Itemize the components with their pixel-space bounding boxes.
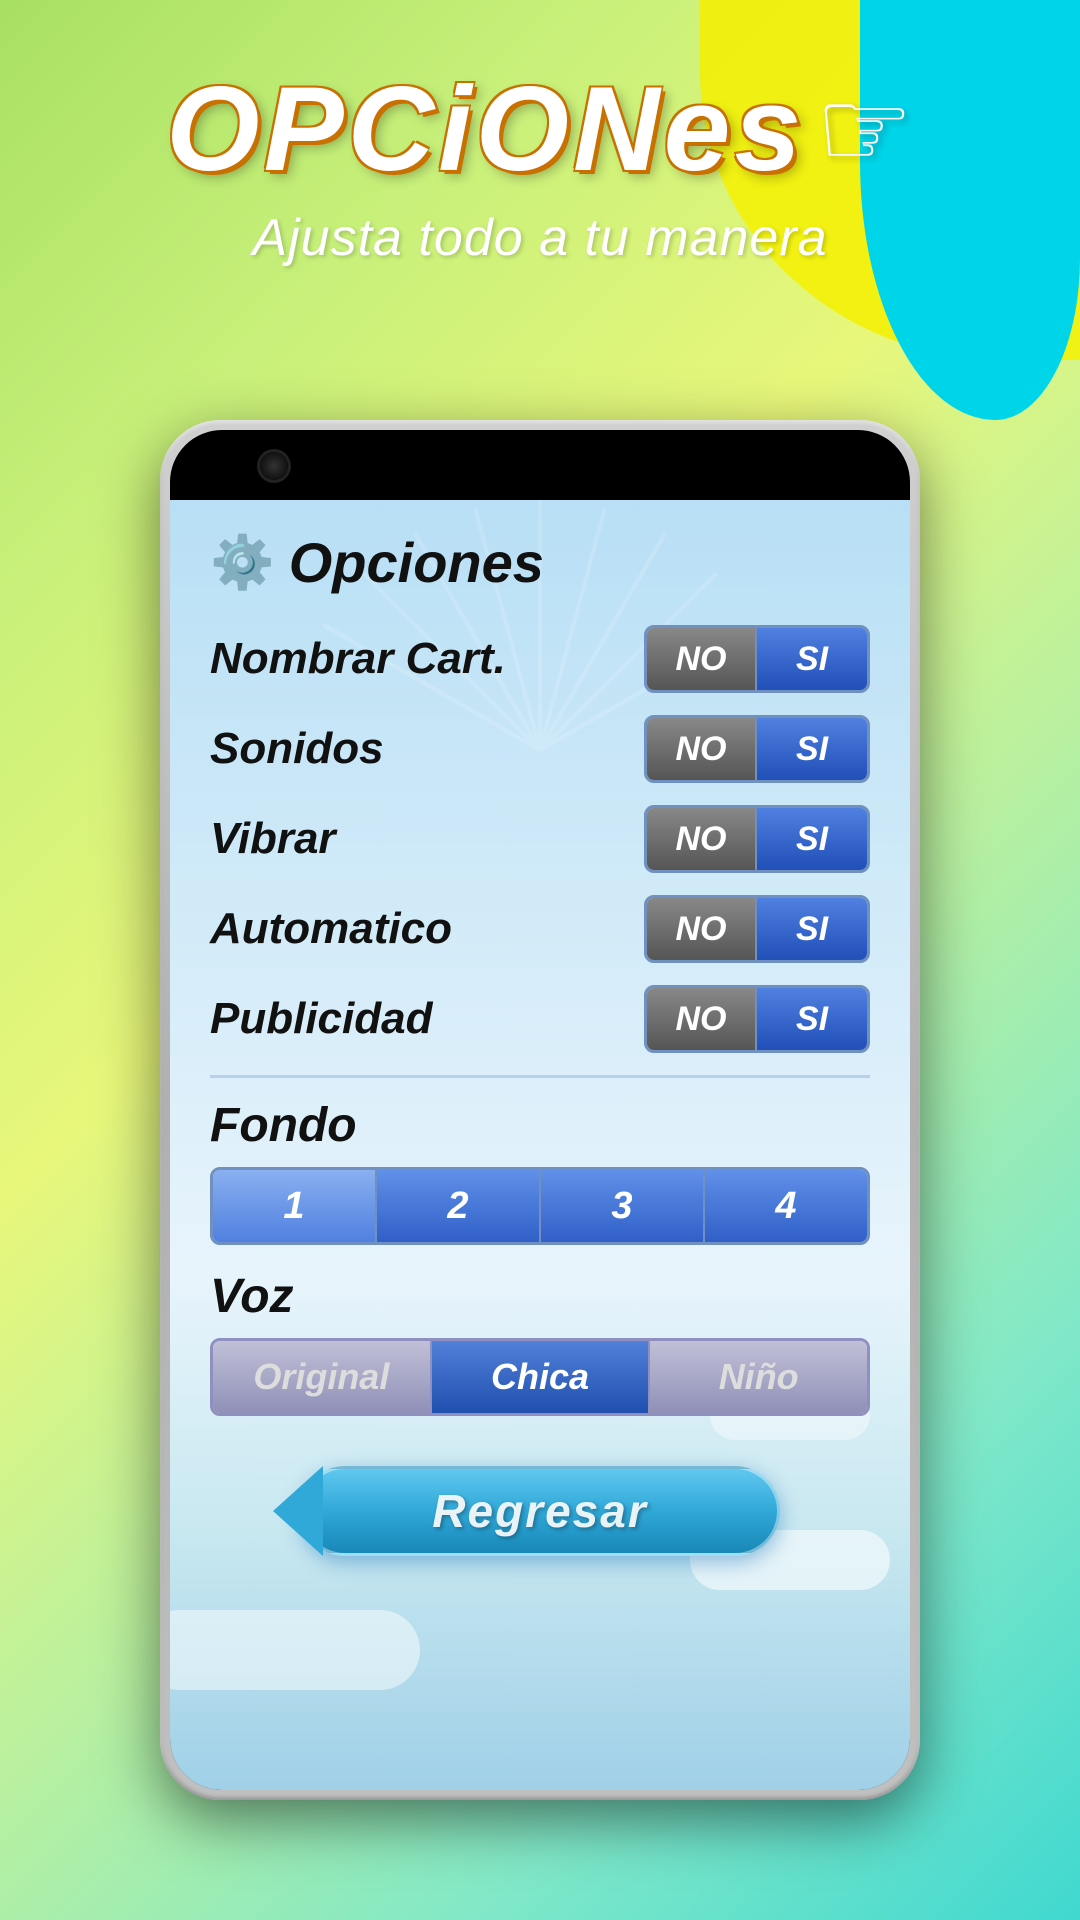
- voz-btn-chica[interactable]: Chica: [432, 1341, 651, 1413]
- option-row-vibrar: Vibrar NO SI: [210, 805, 870, 873]
- device-outer: ⚙️ Opciones Nombrar Cart. NO SI: [160, 420, 920, 1800]
- toggle-sonidos-no[interactable]: NO: [647, 718, 757, 780]
- option-row-sonidos: Sonidos NO SI: [210, 715, 870, 783]
- voz-btn-original[interactable]: Original: [213, 1341, 432, 1413]
- toggle-vibrar-no[interactable]: NO: [647, 808, 757, 870]
- toggle-sonidos[interactable]: NO SI: [644, 715, 870, 783]
- header: OPCiONes ☞ Ajusta todo a tu manera: [0, 0, 1080, 268]
- regresar-button[interactable]: Regresar: [300, 1466, 780, 1556]
- option-label-publicidad: Publicidad: [210, 994, 432, 1044]
- voz-btn-nino[interactable]: Niño: [650, 1341, 867, 1413]
- page-subtitle: Ajusta todo a tu manera: [0, 208, 1080, 268]
- option-label-automatico: Automatico: [210, 904, 452, 954]
- toggle-publicidad[interactable]: NO SI: [644, 985, 870, 1053]
- toggle-automatico-si[interactable]: SI: [757, 898, 867, 960]
- hand-icon: ☞: [815, 65, 914, 193]
- fondo-label: Fondo: [210, 1098, 870, 1153]
- fondo-btn-4[interactable]: 4: [705, 1170, 867, 1242]
- toggle-publicidad-si[interactable]: SI: [757, 988, 867, 1050]
- voz-buttons-group[interactable]: Original Chica Niño: [210, 1338, 870, 1416]
- page-title: OPCiONes: [166, 60, 805, 198]
- camera: [260, 452, 288, 480]
- option-row-automatico: Automatico NO SI: [210, 895, 870, 963]
- toggle-nombrar-si[interactable]: SI: [757, 628, 867, 690]
- toggle-nombrar-no[interactable]: NO: [647, 628, 757, 690]
- toggle-publicidad-no[interactable]: NO: [647, 988, 757, 1050]
- gear-icon: ⚙️: [210, 532, 275, 593]
- cloud-decoration-2: [170, 1610, 420, 1690]
- device-inner: ⚙️ Opciones Nombrar Cart. NO SI: [170, 430, 910, 1790]
- options-section: Nombrar Cart. NO SI Sonidos NO SI: [210, 625, 870, 1053]
- toggle-automatico[interactable]: NO SI: [644, 895, 870, 963]
- toggle-vibrar-si[interactable]: SI: [757, 808, 867, 870]
- toggle-automatico-no[interactable]: NO: [647, 898, 757, 960]
- divider: [210, 1075, 870, 1078]
- option-label-vibrar: Vibrar: [210, 814, 336, 864]
- toggle-nombrar[interactable]: NO SI: [644, 625, 870, 693]
- regresar-label: Regresar: [432, 1484, 647, 1538]
- option-row-publicidad: Publicidad NO SI: [210, 985, 870, 1053]
- screen-content: ⚙️ Opciones Nombrar Cart. NO SI: [170, 500, 910, 1790]
- regresar-arrow-icon: [273, 1466, 323, 1556]
- regresar-wrapper: Regresar: [210, 1466, 870, 1556]
- device-frame: ⚙️ Opciones Nombrar Cart. NO SI: [160, 420, 920, 1800]
- option-row-nombrar: Nombrar Cart. NO SI: [210, 625, 870, 693]
- option-label-nombrar: Nombrar Cart.: [210, 634, 506, 684]
- screen-title-text: Opciones: [289, 530, 544, 595]
- screen-title-row: ⚙️ Opciones: [210, 530, 870, 595]
- voz-label: Voz: [210, 1269, 870, 1324]
- fondo-btn-3[interactable]: 3: [541, 1170, 705, 1242]
- fondo-buttons-group[interactable]: 1 2 3 4: [210, 1167, 870, 1245]
- option-label-sonidos: Sonidos: [210, 724, 384, 774]
- fondo-btn-1[interactable]: 1: [213, 1170, 377, 1242]
- toggle-vibrar[interactable]: NO SI: [644, 805, 870, 873]
- toggle-sonidos-si[interactable]: SI: [757, 718, 867, 780]
- fondo-btn-2[interactable]: 2: [377, 1170, 541, 1242]
